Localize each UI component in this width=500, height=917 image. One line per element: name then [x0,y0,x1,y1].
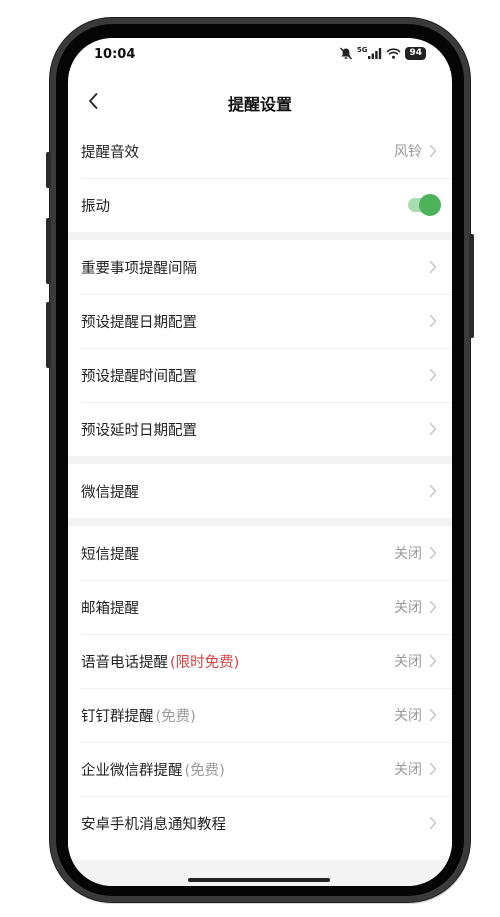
row-value: 关闭 [394,654,422,670]
chevron-right-icon [429,600,437,614]
setting-row-vibration: 振动 [68,178,452,232]
setting-row-preset-delay-date[interactable]: 预设延时日期配置 [68,402,452,456]
section-divider [68,456,452,464]
setting-row-sound-effect[interactable]: 提醒音效 风铃 [68,124,452,178]
chevron-right-icon [429,314,437,328]
free-tag: (免费) [184,762,225,779]
screen: 10:04 5G 94 提醒设置 提醒音效 风铃 振动 重要事项提醒间隔 预设提… [68,38,452,886]
row-value: 关闭 [394,600,422,616]
row-label: 重要事项提醒间隔 [81,260,197,277]
row-label: 钉钉群提醒 (免费) [81,705,394,726]
battery-badge: 94 [405,47,426,60]
chevron-right-icon [429,422,437,436]
row-value: 关闭 [394,708,422,724]
row-label: 语音电话提醒 (限时免费) [81,651,394,672]
status-icons: 5G 94 [339,45,426,60]
row-label: 提醒音效 [81,144,139,161]
row-label: 安卓手机消息通知教程 [81,816,226,833]
setting-row-preset-time[interactable]: 预设提醒时间配置 [68,348,452,402]
setting-row-dingtalk-reminder[interactable]: 钉钉群提醒 (免费) 关闭 [68,688,452,742]
section-sound: 提醒音效 风铃 振动 [68,124,452,232]
row-label: 预设延时日期配置 [81,422,197,439]
network-type: 5G [356,45,368,54]
status-bar: 10:04 5G 94 [68,38,452,74]
row-value: 关闭 [394,546,422,562]
row-value: 风铃 [394,144,422,160]
limited-free-tag: (限时免费) [170,654,240,671]
row-label: 预设提醒日期配置 [81,314,197,331]
home-indicator[interactable] [188,878,330,882]
section-divider [68,518,452,526]
chevron-right-icon [429,260,437,274]
volume-down-button [46,302,51,368]
row-label: 振动 [81,198,110,215]
row-label-text: 钉钉群提醒 [81,708,154,725]
page-title: 提醒设置 [227,95,292,114]
setting-row-sms-reminder[interactable]: 短信提醒 关闭 [68,526,452,580]
section-channels: 短信提醒 关闭 邮箱提醒 关闭 语音电话提醒 (限时免费) 关闭 钉钉群提醒 (免费… [68,526,452,850]
setting-row-android-tutorial[interactable]: 安卓手机消息通知教程 [68,796,452,850]
row-label: 企业微信群提醒 (免费) [81,759,394,780]
wifi-icon [386,48,402,59]
chevron-right-icon [429,484,437,498]
toggle-knob [419,194,441,216]
vibration-toggle[interactable] [408,194,441,216]
chevron-right-icon [429,708,437,722]
setting-row-wecom-reminder[interactable]: 企业微信群提醒 (免费) 关闭 [68,742,452,796]
section-wechat: 微信提醒 [68,464,452,518]
chevron-right-icon [429,816,437,830]
section-divider [68,232,452,240]
setting-row-email-reminder[interactable]: 邮箱提醒 关闭 [68,580,452,634]
row-label: 微信提醒 [81,484,139,501]
power-button [469,234,474,338]
settings-list: 提醒音效 风铃 振动 重要事项提醒间隔 预设提醒日期配置 预设提醒时间配置 预设… [68,124,452,850]
chevron-right-icon [429,368,437,382]
free-tag: (免费) [155,708,196,725]
row-label: 预设提醒时间配置 [81,368,197,385]
volume-up-button [46,218,51,284]
setting-row-wechat-reminder[interactable]: 微信提醒 [68,464,452,518]
mute-switch [46,152,51,188]
nav-bar: 提醒设置 [68,78,452,124]
chevron-right-icon [429,762,437,776]
row-label: 短信提醒 [81,546,139,563]
row-label-text: 语音电话提醒 [81,654,168,671]
setting-row-preset-date[interactable]: 预设提醒日期配置 [68,294,452,348]
chevron-right-icon [429,546,437,560]
mute-bell-icon [339,47,352,60]
bottom-area [68,860,452,886]
row-value: 关闭 [394,762,422,778]
cellular-signal-icon [368,48,382,59]
status-time: 10:04 [94,47,136,62]
row-label-text: 企业微信群提醒 [81,762,183,779]
section-presets: 重要事项提醒间隔 预设提醒日期配置 预设提醒时间配置 预设延时日期配置 [68,240,452,456]
row-label: 邮箱提醒 [81,600,139,617]
setting-row-important-interval[interactable]: 重要事项提醒间隔 [68,240,452,294]
chevron-right-icon [429,144,437,158]
setting-row-voice-call-reminder[interactable]: 语音电话提醒 (限时免费) 关闭 [68,634,452,688]
chevron-right-icon [429,654,437,668]
